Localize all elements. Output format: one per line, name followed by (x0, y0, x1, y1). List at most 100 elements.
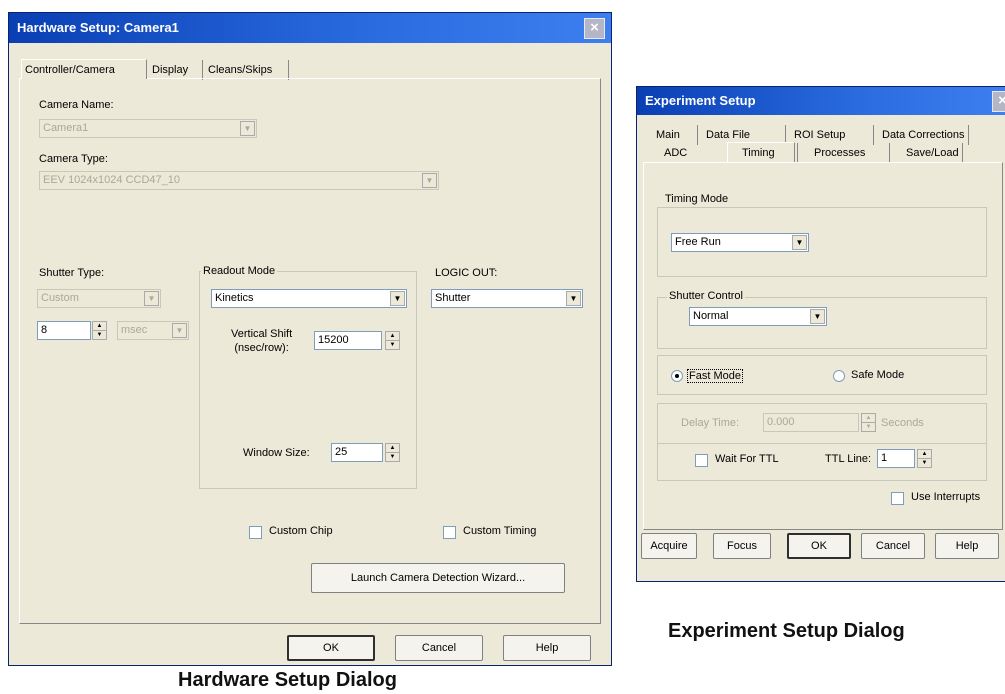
readout-mode-value: Kinetics (215, 292, 254, 304)
delay-time-spinner[interactable]: ▲ ▼ (861, 413, 876, 432)
spin-down-icon: ▼ (862, 422, 875, 431)
vertical-shift-spinner[interactable]: ▲ ▼ (385, 331, 400, 350)
safe-mode-label: Safe Mode (851, 369, 905, 381)
delay-time-input[interactable]: 0.000 (763, 413, 859, 432)
logic-out-label: LOGIC OUT: (435, 267, 498, 279)
chevron-down-icon[interactable]: ▼ (792, 235, 807, 250)
timing-mode-value: Free Run (675, 236, 721, 248)
experiment-dialog-titlebar: Experiment Setup (637, 87, 1005, 115)
acquire-button[interactable]: Acquire (641, 533, 697, 559)
vertical-shift-label-line2: (nsec/row): (234, 342, 289, 354)
shutter-control-label: Shutter Control (667, 290, 745, 302)
spin-down-icon: ▼ (386, 452, 399, 461)
hardware-dialog-titlebar: Hardware Setup: Camera1 (9, 13, 611, 43)
ok-button[interactable]: OK (287, 635, 375, 661)
experiment-dialog-caption: Experiment Setup Dialog (668, 620, 905, 642)
vertical-shift-value: 15200 (318, 334, 349, 346)
chevron-down-icon[interactable]: ▼ (390, 291, 405, 306)
camera-name-select[interactable]: Camera1 ▼ (39, 119, 257, 138)
safe-mode-radio[interactable] (833, 370, 845, 382)
readout-mode-label: Readout Mode (201, 265, 278, 277)
logic-out-select[interactable]: Shutter ▼ (431, 289, 583, 308)
tab-main[interactable]: Main (653, 125, 683, 145)
shutter-type-label: Shutter Type: (39, 267, 105, 279)
help-button[interactable]: Help (503, 635, 591, 661)
spin-up-icon: ▲ (921, 451, 928, 457)
shutter-unit-value: msec (121, 324, 148, 336)
hardware-dialog-title: Hardware Setup: Camera1 (17, 20, 179, 35)
spin-up-icon: ▲ (865, 415, 872, 421)
camera-type-label: Camera Type: (39, 153, 108, 165)
window-size-value: 25 (335, 446, 348, 458)
spin-up-icon: ▲ (389, 333, 396, 339)
tab-save-load[interactable]: Save/Load (889, 143, 963, 163)
tab-data-corrections[interactable]: Data Corrections (873, 125, 969, 145)
chevron-down-icon[interactable]: ▼ (810, 309, 825, 324)
ttl-divider (657, 443, 987, 444)
chevron-down-icon: ▼ (144, 291, 159, 306)
spin-down-icon: ▼ (918, 458, 931, 467)
vertical-shift-label: Vertical Shift (nsec/row): (231, 327, 292, 355)
window-size-label: Window Size: (243, 447, 310, 459)
ttl-line-spinner[interactable]: ▲ ▼ (917, 449, 932, 468)
launch-wizard-button[interactable]: Launch Camera Detection Wizard... (311, 563, 565, 593)
timing-mode-select[interactable]: Free Run ▼ (671, 233, 809, 252)
ttl-line-label: TTL Line: (825, 453, 872, 465)
chevron-down-icon: ▼ (422, 173, 437, 188)
vertical-shift-input[interactable]: 15200 (314, 331, 382, 350)
vertical-shift-label-line1: Vertical Shift (231, 328, 293, 340)
spin-up-icon: ▲ (389, 445, 396, 451)
tab-processes[interactable]: Processes (797, 143, 868, 163)
shutter-control-value: Normal (693, 310, 729, 322)
chevron-down-icon[interactable]: ▼ (566, 291, 581, 306)
wait-for-ttl-checkbox[interactable] (695, 454, 708, 467)
ok-button[interactable]: OK (787, 533, 851, 559)
window-size-spinner[interactable]: ▲ ▼ (385, 443, 400, 462)
ttl-line-value: 1 (881, 452, 888, 464)
logic-out-value: Shutter (435, 292, 471, 304)
camera-type-select[interactable]: EEV 1024x1024 CCD47_10 ▼ (39, 171, 439, 190)
chevron-down-icon: ▼ (240, 121, 255, 136)
hardware-setup-dialog: Hardware Setup: Camera1 × Controller/Cam… (8, 12, 612, 666)
close-icon[interactable]: × (584, 18, 605, 39)
tab-controller-camera[interactable]: Controller/Camera (21, 59, 147, 79)
window-size-input[interactable]: 25 (331, 443, 383, 462)
shutter-time-spinner[interactable]: ▲ ▼ (92, 321, 107, 340)
shutter-type-select[interactable]: Custom ▼ (37, 289, 161, 308)
shutter-type-value: Custom (41, 292, 79, 304)
camera-name-value: Camera1 (43, 122, 89, 134)
help-button[interactable]: Help (935, 533, 999, 559)
experiment-dialog-title: Experiment Setup (645, 93, 756, 108)
close-icon[interactable]: × (992, 91, 1005, 112)
shutter-unit-select[interactable]: msec ▼ (117, 321, 189, 340)
fast-mode-label: Fast Mode (687, 369, 743, 383)
custom-timing-checkbox[interactable] (443, 526, 456, 539)
shutter-control-select[interactable]: Normal ▼ (689, 307, 827, 326)
hardware-dialog-caption: Hardware Setup Dialog (178, 669, 397, 691)
readout-mode-select[interactable]: Kinetics ▼ (211, 289, 407, 308)
shutter-time-value: 8 (41, 324, 48, 336)
camera-type-value: EEV 1024x1024 CCD47_10 (43, 174, 180, 186)
tab-timing[interactable]: Timing (727, 142, 795, 162)
use-interrupts-checkbox[interactable] (891, 492, 904, 505)
custom-chip-label: Custom Chip (269, 525, 333, 537)
seconds-label: Seconds (881, 417, 924, 429)
tab-adc[interactable]: ADC (661, 143, 690, 163)
cancel-button[interactable]: Cancel (395, 635, 483, 661)
spin-up-icon: ▲ (96, 323, 103, 329)
timing-mode-label: Timing Mode (663, 193, 731, 205)
spin-down-icon: ▼ (93, 330, 106, 339)
focus-button[interactable]: Focus (713, 533, 771, 559)
experiment-setup-dialog: Experiment Setup × Main Data File ROI Se… (636, 86, 1005, 582)
delay-time-value: 0.000 (767, 416, 795, 428)
tab-cleans-skips[interactable]: Cleans/Skips (205, 60, 289, 80)
spin-down-icon: ▼ (386, 340, 399, 349)
wait-for-ttl-label: Wait For TTL (715, 453, 779, 465)
custom-timing-label: Custom Timing (463, 525, 537, 537)
tab-display[interactable]: Display (149, 60, 203, 80)
shutter-time-input[interactable]: 8 (37, 321, 91, 340)
fast-mode-radio[interactable] (671, 370, 683, 382)
custom-chip-checkbox[interactable] (249, 526, 262, 539)
cancel-button[interactable]: Cancel (861, 533, 925, 559)
ttl-line-input[interactable]: 1 (877, 449, 915, 468)
